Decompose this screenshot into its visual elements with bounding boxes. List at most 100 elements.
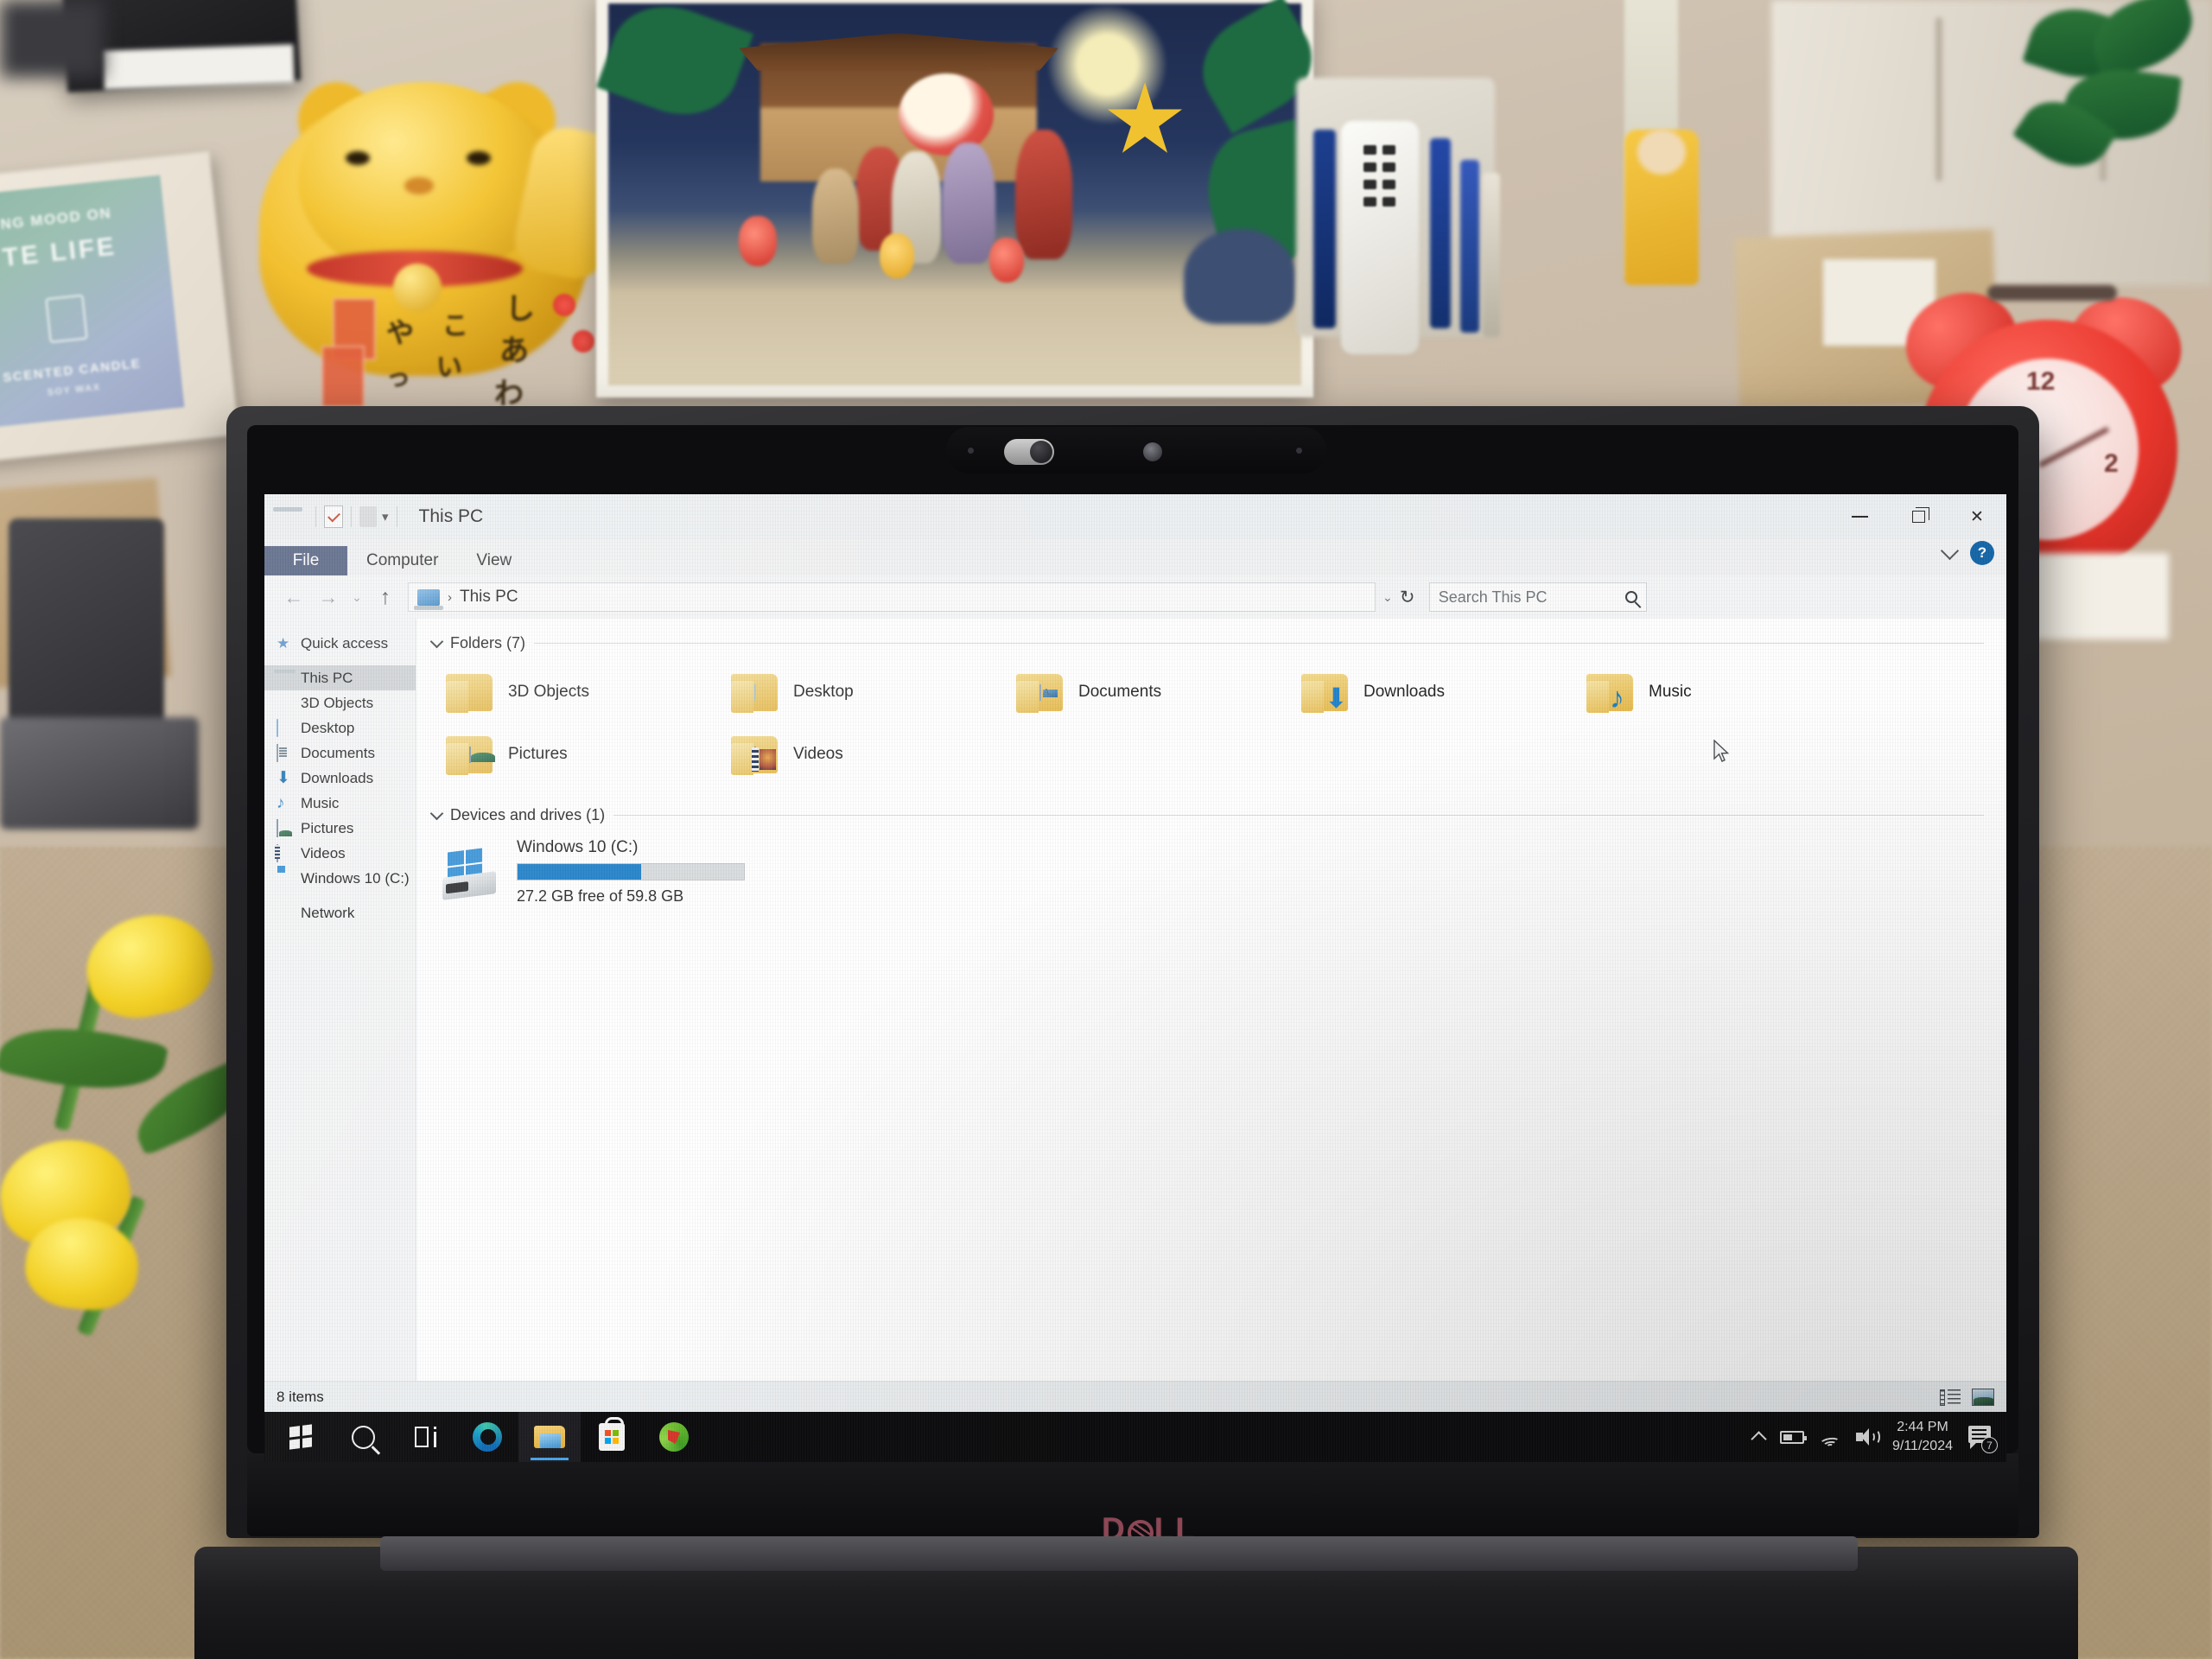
task-view-icon [413,1427,437,1447]
folder-item[interactable]: 3D Objects [446,661,731,723]
this-pc-icon [414,588,443,610]
tab-file[interactable]: File [264,546,347,575]
action-center-icon[interactable]: 7 [1968,1424,1998,1453]
breadcrumb-label: This PC [460,588,518,606]
drive-capacity-text: 27.2 GB free of 59.8 GB [517,887,684,905]
tab-computer[interactable]: Computer [347,546,457,575]
window-controls: ✕ [1830,494,2006,539]
tab-view[interactable]: View [457,546,531,575]
this-pc-icon[interactable] [276,507,299,526]
sidebar-item-windows-drive[interactable]: Windows 10 (C:) [264,866,416,891]
folder-item[interactable]: ⬇ Downloads [1301,661,1586,723]
maximize-button[interactable] [1889,494,1948,539]
task-view-button[interactable] [394,1412,456,1462]
search-icon [351,1425,375,1449]
sidebar-item-documents[interactable]: Documents [264,741,416,766]
sidebar-item-this-pc[interactable]: This PC [264,665,416,690]
folder-item[interactable]: Documents [1016,661,1301,723]
large-icons-view-button[interactable] [1972,1388,1994,1407]
sidebar-item-music[interactable]: ♪ Music [264,791,416,816]
remote-button [1363,162,1376,172]
artwork-lion-dance [899,73,994,156]
candle-line-2: TE LIFE [1,232,118,273]
webcam-lens [1143,442,1162,461]
sidebar-item-label: Music [301,794,340,811]
drive-icon [276,870,293,887]
microsoft-store-button[interactable] [581,1412,643,1462]
drive-item[interactable]: Windows 10 (C:) 27.2 GB free of 59.8 GB [416,836,2006,906]
chevron-up-icon[interactable] [1751,1431,1767,1447]
sidebar-item-quick-access[interactable]: ★ Quick access [264,631,416,656]
up-button[interactable]: ↑ [368,580,403,614]
green-app-button[interactable] [643,1412,705,1462]
edge-button[interactable] [456,1412,518,1462]
drives-group-header[interactable]: Devices and drives (1) [416,806,2006,824]
folders-group-header[interactable]: Folders (7) [416,634,2006,652]
sidebar-item-label: Desktop [301,719,355,736]
help-icon[interactable]: ? [1970,541,1994,565]
folder-3d-objects-icon [446,671,494,713]
cat-kanji-7: っ [386,363,411,391]
cat-eye-left [346,151,370,165]
cat-nose [404,177,434,194]
folder-item[interactable]: Pictures [446,723,731,785]
sidebar-item-desktop[interactable]: Desktop [264,715,416,741]
search-placeholder: Search This PC [1438,588,1548,606]
clock[interactable]: 2:44 PM 9/11/2024 [1892,1418,1953,1455]
details-view-button[interactable] [1939,1388,1961,1407]
cat-kanji-2: あ [499,334,529,368]
recent-locations-button[interactable]: ⌄ [346,580,368,614]
minimize-button[interactable] [1830,494,1889,539]
chevron-down-icon[interactable]: ▾ [382,509,389,524]
group-divider [534,643,1984,644]
artwork-lantern [880,233,914,278]
search-input[interactable]: Search This PC [1428,582,1647,612]
item-count-label: 8 items [276,1388,324,1405]
artwork-child [812,168,859,264]
folder-item[interactable]: Videos [731,723,1016,785]
white-paper [103,44,295,90]
volume-icon[interactable] [1856,1428,1880,1446]
taskbar: 2:44 PM 9/11/2024 7 [264,1412,2006,1462]
ribbon-right-controls: ? [1940,541,1994,565]
group-divider [613,815,1984,816]
search-button[interactable] [332,1412,394,1462]
webcam-sensor-dot [968,448,974,454]
sidebar-item-label: Videos [301,844,346,861]
chevron-expanded-icon[interactable] [429,634,444,648]
notification-count: 7 [1981,1437,1998,1453]
sidebar-item-videos[interactable]: Videos [264,841,416,866]
close-button[interactable]: ✕ [1948,494,2006,539]
breadcrumb[interactable]: › This PC [408,582,1376,612]
content-pane[interactable]: Folders (7) 3D Objects Desktop A Documen… [416,619,2006,1381]
search-icon [1624,591,1637,603]
pen [1483,173,1500,337]
windows-logo-icon [289,1424,312,1450]
sidebar-item-3d-objects[interactable]: 3D Objects [264,690,416,715]
file-explorer-button[interactable] [518,1412,581,1462]
sidebar-item-downloads[interactable]: ⬇ Downloads [264,766,416,791]
cat-kanji-6: や [386,316,415,349]
folder-item[interactable]: Desktop [731,661,1016,723]
properties-icon[interactable] [324,505,343,528]
chevron-down-icon[interactable] [1940,541,1960,560]
refresh-icon[interactable]: ↻ [1393,582,1422,612]
mouse-cursor [1713,740,1730,762]
network-icon [276,905,293,921]
pen [1460,160,1479,333]
address-dropdown-icon[interactable]: ⌄ [1382,590,1393,605]
sidebar-item-pictures[interactable]: Pictures [264,816,416,841]
webcam-shutter-knob[interactable] [1030,441,1052,463]
new-folder-icon[interactable] [359,506,377,527]
back-button[interactable]: ← [276,580,311,614]
webcam-module [946,427,1326,474]
sidebar-item-label: This PC [301,669,353,686]
chevron-expanded-icon[interactable] [429,806,444,820]
forward-button[interactable]: → [311,580,346,614]
folder-item[interactable]: ♪ Music [1586,661,1872,723]
wifi-icon[interactable] [1819,1429,1841,1451]
start-button[interactable] [270,1412,332,1462]
battery-icon[interactable] [1780,1430,1807,1444]
sidebar-item-network[interactable]: Network [264,900,416,925]
title-bar: ▾ This PC ✕ [264,494,2006,539]
